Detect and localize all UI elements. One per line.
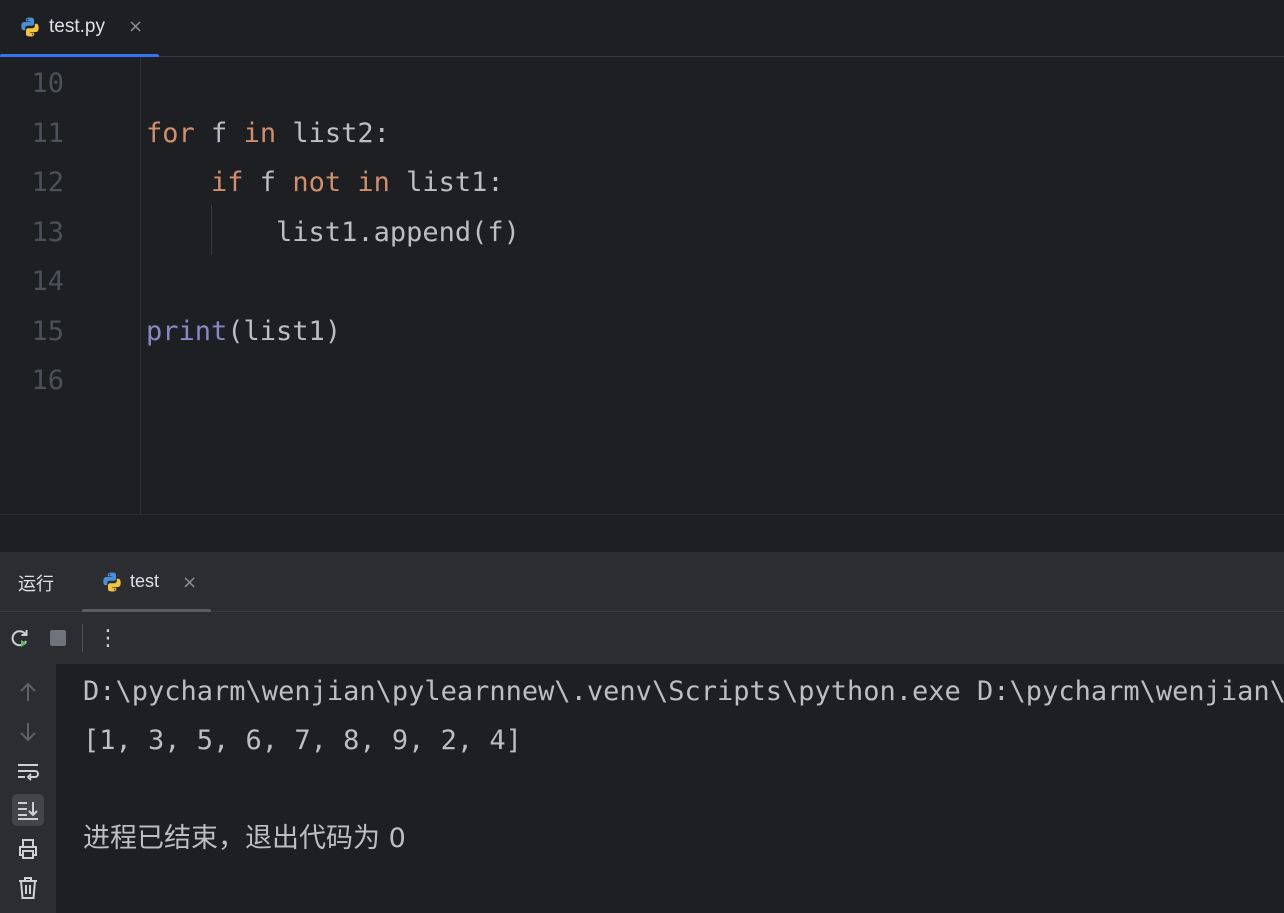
code-editor[interactable]: 10 11 12 13 14 15 16 for f in list2: if f not … — [0, 57, 1284, 514]
scroll-to-end-icon[interactable] — [12, 794, 44, 826]
code-line[interactable]: print(list1) — [146, 315, 342, 347]
gutter-divider — [140, 57, 141, 514]
run-toolbar: ⋮ — [0, 612, 1284, 664]
more-options-icon[interactable]: ⋮ — [94, 624, 122, 652]
console-exit-message: 进程已结束，退出代码为 0 — [83, 823, 406, 854]
indent-guide — [211, 205, 212, 255]
code-token: in — [243, 117, 277, 149]
editor-tab-test-py[interactable]: test.py × — [0, 0, 159, 58]
console-command-line: D:\pycharm\wenjian\pylearnnew\.venv\Scri… — [83, 676, 1284, 707]
arrow-up-icon[interactable] — [12, 676, 44, 708]
code-token: f — [243, 167, 293, 198]
line-number: 15 — [31, 315, 64, 347]
console-side-toolbar — [0, 664, 56, 913]
code-token: f — [194, 117, 244, 149]
code-token: for — [146, 117, 195, 149]
line-number: 10 — [31, 68, 64, 99]
console-output-line: [1, 3, 5, 6, 7, 8, 9, 2, 4] — [83, 725, 522, 756]
code-line[interactable]: list1.append(f) — [146, 216, 520, 248]
code-token: print — [146, 315, 228, 347]
editor-tab-bar: test.py × — [0, 0, 1284, 58]
python-file-icon — [21, 17, 39, 37]
stop-icon[interactable] — [44, 624, 72, 652]
print-icon[interactable] — [12, 833, 44, 865]
close-icon[interactable]: × — [182, 572, 197, 593]
console-output[interactable]: D:\pycharm\wenjian\pylearnnew\.venv\Scri… — [56, 664, 1284, 913]
python-file-icon — [103, 572, 121, 592]
run-panel-header: 运行 test × — [0, 552, 1284, 613]
code-token: list1: — [389, 167, 504, 198]
toolbar-divider — [82, 624, 83, 652]
code-token: not — [292, 167, 342, 198]
line-number: 12 — [31, 167, 64, 198]
code-token: (list1) — [227, 315, 342, 347]
code-token: if — [211, 167, 244, 198]
arrow-down-icon[interactable] — [12, 716, 44, 748]
run-tab-label: test — [130, 571, 160, 591]
line-number: 14 — [31, 266, 64, 297]
code-line[interactable]: for f in list2: — [146, 117, 390, 149]
run-tab-test[interactable]: test × — [82, 552, 212, 613]
panel-splitter[interactable] — [0, 514, 1284, 552]
run-panel-title: 运行 — [18, 574, 54, 595]
editor-tab-label: test.py — [49, 16, 105, 37]
code-token: in — [357, 167, 390, 198]
code-token: list2: — [276, 117, 390, 149]
code-token: list1.append(f) — [146, 216, 520, 248]
trash-icon[interactable] — [12, 872, 44, 904]
line-number: 13 — [31, 216, 64, 248]
close-icon[interactable]: × — [128, 16, 143, 37]
soft-wrap-icon[interactable] — [12, 756, 44, 788]
line-number: 11 — [31, 117, 64, 149]
rerun-icon[interactable] — [6, 624, 34, 652]
line-number: 16 — [31, 365, 64, 396]
code-line[interactable]: if f not in list1: — [146, 168, 504, 198]
